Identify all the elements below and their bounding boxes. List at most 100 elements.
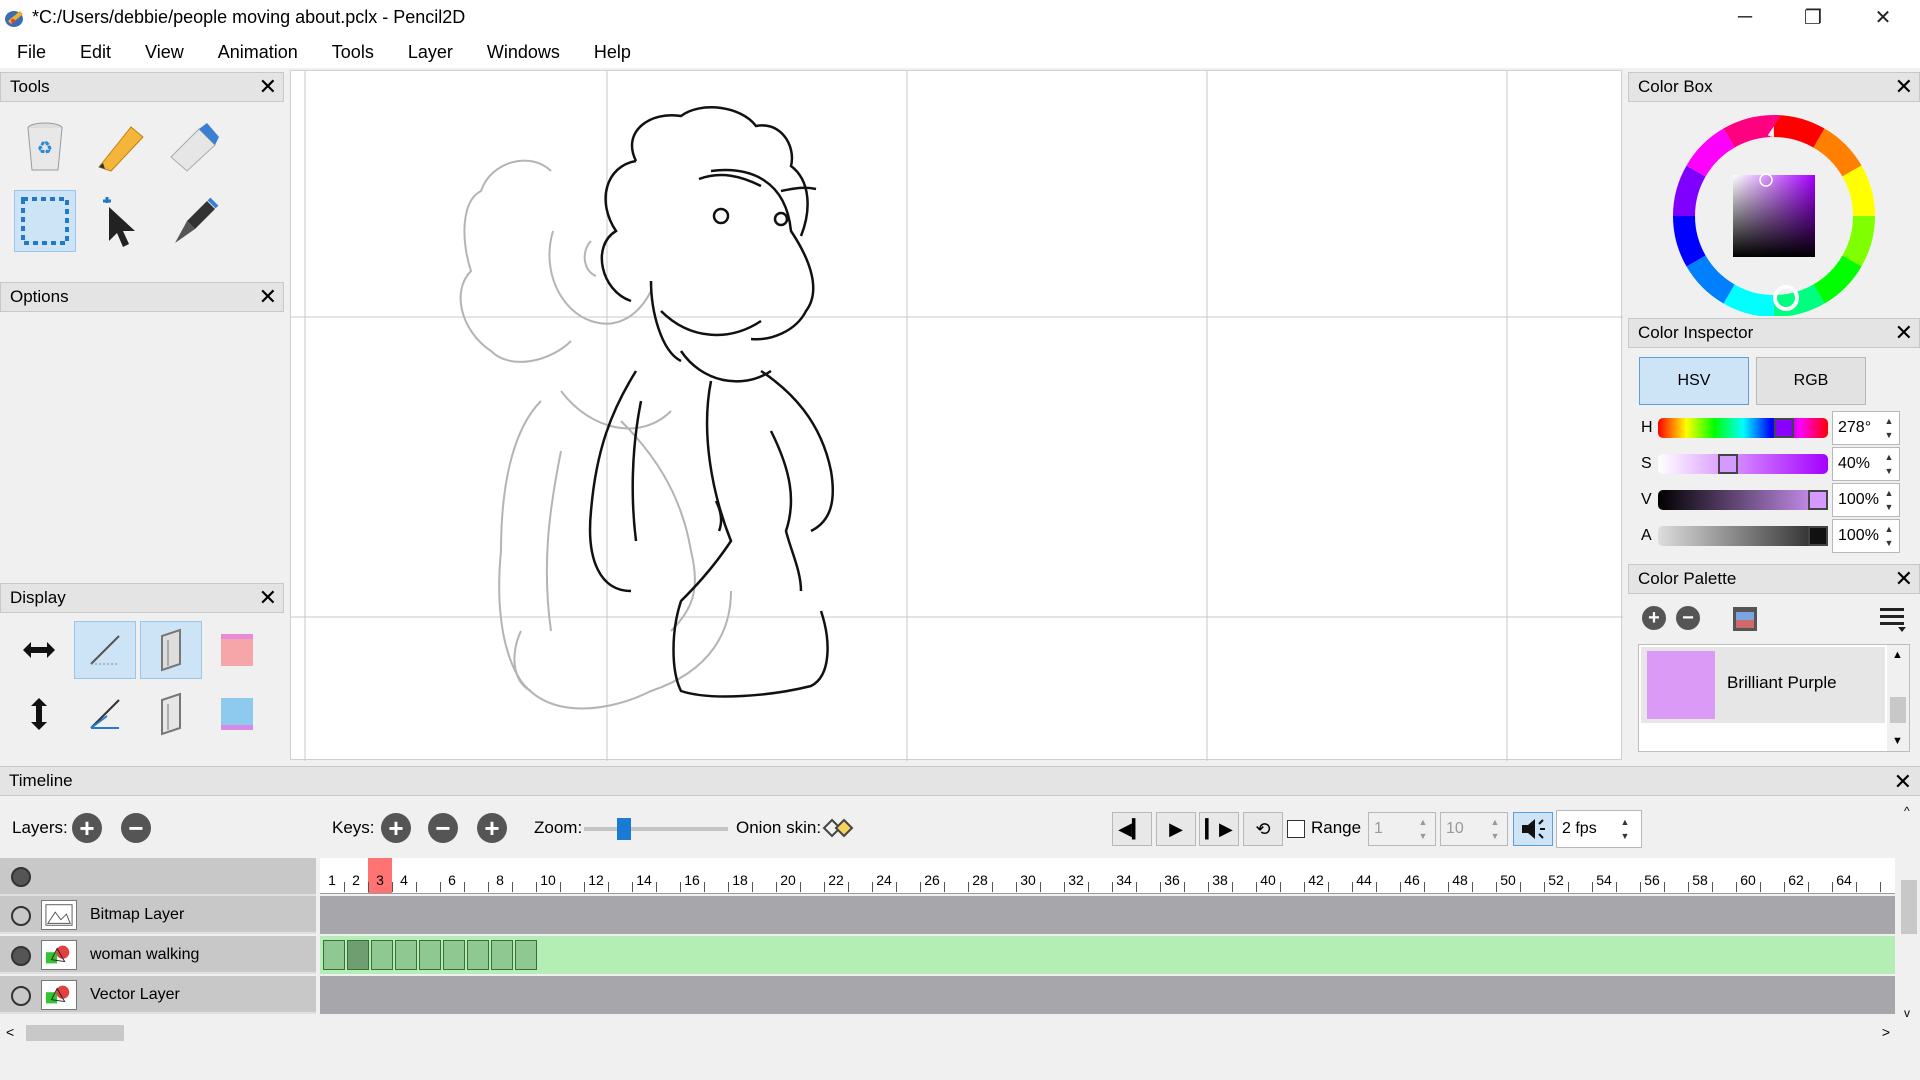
hsv-mode-button[interactable]: HSV bbox=[1639, 357, 1749, 405]
palette-menu-icon[interactable] bbox=[1878, 606, 1908, 634]
close-window-button[interactable]: ✕ bbox=[1848, 0, 1918, 34]
display-panel-close-button[interactable]: ✕ bbox=[259, 586, 277, 610]
value-slider-thumb[interactable] bbox=[1808, 490, 1828, 510]
menu-file[interactable]: File bbox=[0, 42, 63, 63]
options-panel-close-button[interactable]: ✕ bbox=[259, 285, 277, 309]
select-tool-button[interactable] bbox=[14, 190, 76, 252]
hue-slider[interactable] bbox=[1658, 418, 1828, 438]
vertical-flip-button[interactable] bbox=[8, 685, 70, 743]
add-color-button[interactable]: + bbox=[1642, 606, 1666, 630]
frame-number: 56 bbox=[1644, 872, 1660, 888]
color-wheel[interactable] bbox=[1628, 102, 1920, 317]
zoom-slider-thumb[interactable] bbox=[617, 818, 631, 840]
keyframe[interactable] bbox=[323, 940, 345, 970]
drawing-canvas[interactable] bbox=[290, 70, 1623, 761]
alpha-spin-arrows[interactable]: ▲ ▼ bbox=[1874, 519, 1904, 553]
tools-panel-close-button[interactable]: ✕ bbox=[259, 75, 277, 99]
value-slider[interactable] bbox=[1658, 490, 1828, 510]
pencil-tool-button[interactable] bbox=[88, 116, 150, 178]
keyframe[interactable] bbox=[347, 940, 369, 970]
remove-color-button[interactable]: − bbox=[1676, 606, 1700, 630]
ruler-tick bbox=[1760, 882, 1761, 892]
overlay-thirds-button[interactable] bbox=[74, 621, 136, 679]
palette-swatch-item[interactable]: Brilliant Purple bbox=[1641, 647, 1885, 723]
range-start-spin-arrows[interactable]: ▲ ▼ bbox=[1408, 812, 1438, 846]
onion-skin-icon[interactable] bbox=[822, 816, 856, 840]
remove-layer-button[interactable]: − bbox=[121, 813, 151, 843]
menu-view[interactable]: View bbox=[128, 42, 201, 63]
palette-scrollbar[interactable]: ▲ ▼ bbox=[1887, 645, 1909, 751]
layer-track-bitmap[interactable] bbox=[320, 896, 1895, 934]
layer-row-bitmap[interactable]: Bitmap Layer bbox=[0, 896, 316, 934]
color-palette-panel-header: Color Palette ✕ bbox=[1628, 564, 1920, 594]
frame-ruler[interactable]: 1 2 3 4 6 8 10 12 14 16 18 20 22 24 26 28 30 32 34 36 38 40 42… bbox=[320, 858, 1895, 894]
timeline-panel-close-button[interactable]: ✕ bbox=[1894, 769, 1912, 795]
restore-button[interactable]: ❐ bbox=[1778, 0, 1848, 34]
saturation-spin-arrows[interactable]: ▲ ▼ bbox=[1874, 447, 1904, 481]
clear-tool-button[interactable]: ♻ bbox=[14, 116, 76, 178]
keyframe[interactable] bbox=[395, 940, 417, 970]
saturation-slider-thumb[interactable] bbox=[1718, 454, 1738, 474]
overlay-safe-area-button[interactable] bbox=[140, 621, 202, 679]
hue-spin-arrows[interactable]: ▲ ▼ bbox=[1874, 411, 1904, 445]
overlay-perspective-button[interactable] bbox=[74, 685, 136, 743]
timeline-horizontal-scrollbar[interactable]: < > bbox=[0, 1022, 1898, 1044]
layer-visibility-toggle[interactable] bbox=[11, 946, 31, 966]
rgb-mode-button[interactable]: RGB bbox=[1756, 357, 1866, 405]
zoom-slider[interactable] bbox=[584, 818, 728, 840]
zoom-label: Zoom: bbox=[534, 818, 583, 837]
loop-button[interactable]: ⟲ bbox=[1243, 812, 1283, 846]
toggle-all-visibility-icon[interactable] bbox=[11, 867, 31, 887]
color-inspector-panel-close-button[interactable]: ✕ bbox=[1895, 321, 1913, 345]
keyframe[interactable] bbox=[515, 940, 537, 970]
range-checkbox[interactable] bbox=[1287, 820, 1305, 838]
alpha-slider-thumb[interactable] bbox=[1808, 526, 1828, 546]
menu-layer[interactable]: Layer bbox=[391, 42, 470, 63]
keyframe[interactable] bbox=[467, 940, 489, 970]
palette-color-dialog-icon[interactable] bbox=[1732, 606, 1758, 632]
layer-track-woman-walking[interactable] bbox=[320, 936, 1895, 974]
keyframe[interactable] bbox=[491, 940, 513, 970]
saturation-slider[interactable] bbox=[1658, 454, 1828, 474]
menu-animation[interactable]: Animation bbox=[201, 42, 315, 63]
menu-help[interactable]: Help bbox=[577, 42, 648, 63]
layer-visibility-toggle[interactable] bbox=[11, 986, 31, 1006]
sound-toggle-button[interactable] bbox=[1513, 812, 1553, 846]
color-box-panel-close-button[interactable]: ✕ bbox=[1895, 75, 1913, 99]
duplicate-keyframe-button[interactable]: + bbox=[477, 813, 507, 843]
alpha-slider[interactable] bbox=[1658, 526, 1828, 546]
add-layer-button[interactable]: + bbox=[72, 813, 102, 843]
layer-visibility-toggle[interactable] bbox=[11, 906, 31, 926]
frame-number: 4 bbox=[400, 872, 408, 888]
frame-number: 64 bbox=[1836, 872, 1852, 888]
range-end-spin-arrows[interactable]: ▲ ▼ bbox=[1480, 812, 1510, 846]
layer-row-vector[interactable]: Vector Layer bbox=[0, 976, 316, 1014]
horizontal-flip-button[interactable] bbox=[8, 621, 70, 679]
fps-spin-arrows[interactable]: ▲ ▼ bbox=[1610, 812, 1640, 846]
play-button[interactable]: ▶ bbox=[1156, 812, 1196, 846]
menu-tools[interactable]: Tools bbox=[315, 42, 391, 63]
minimize-button[interactable]: ─ bbox=[1710, 0, 1780, 34]
frame-number: 12 bbox=[588, 872, 604, 888]
eraser-tool-button[interactable] bbox=[162, 116, 224, 178]
color-palette-panel-close-button[interactable]: ✕ bbox=[1895, 567, 1913, 591]
layer-track-vector[interactable] bbox=[320, 976, 1895, 1014]
keyframe[interactable] bbox=[371, 940, 393, 970]
menu-windows[interactable]: Windows bbox=[470, 42, 577, 63]
onion-next-color-button[interactable] bbox=[206, 685, 268, 743]
jump-to-end-button[interactable]: ▎▶ bbox=[1199, 812, 1239, 846]
add-keyframe-button[interactable]: + bbox=[381, 813, 411, 843]
move-tool-button[interactable] bbox=[88, 190, 150, 252]
value-spin-arrows[interactable]: ▲ ▼ bbox=[1874, 483, 1904, 517]
pen-tool-button[interactable] bbox=[162, 190, 224, 252]
onion-prev-color-button[interactable] bbox=[206, 621, 268, 679]
keyframe[interactable] bbox=[419, 940, 441, 970]
remove-keyframe-button[interactable]: − bbox=[428, 813, 458, 843]
jump-to-start-button[interactable]: ◀▎ bbox=[1112, 812, 1152, 846]
layer-row-woman-walking[interactable]: woman walking bbox=[0, 936, 316, 974]
keyframe[interactable] bbox=[443, 940, 465, 970]
menu-edit[interactable]: Edit bbox=[63, 42, 128, 63]
timeline-vertical-scrollbar[interactable]: ^ v bbox=[1898, 800, 1920, 1022]
hue-slider-thumb[interactable] bbox=[1774, 418, 1794, 438]
overlay-golden-button[interactable] bbox=[140, 685, 202, 743]
